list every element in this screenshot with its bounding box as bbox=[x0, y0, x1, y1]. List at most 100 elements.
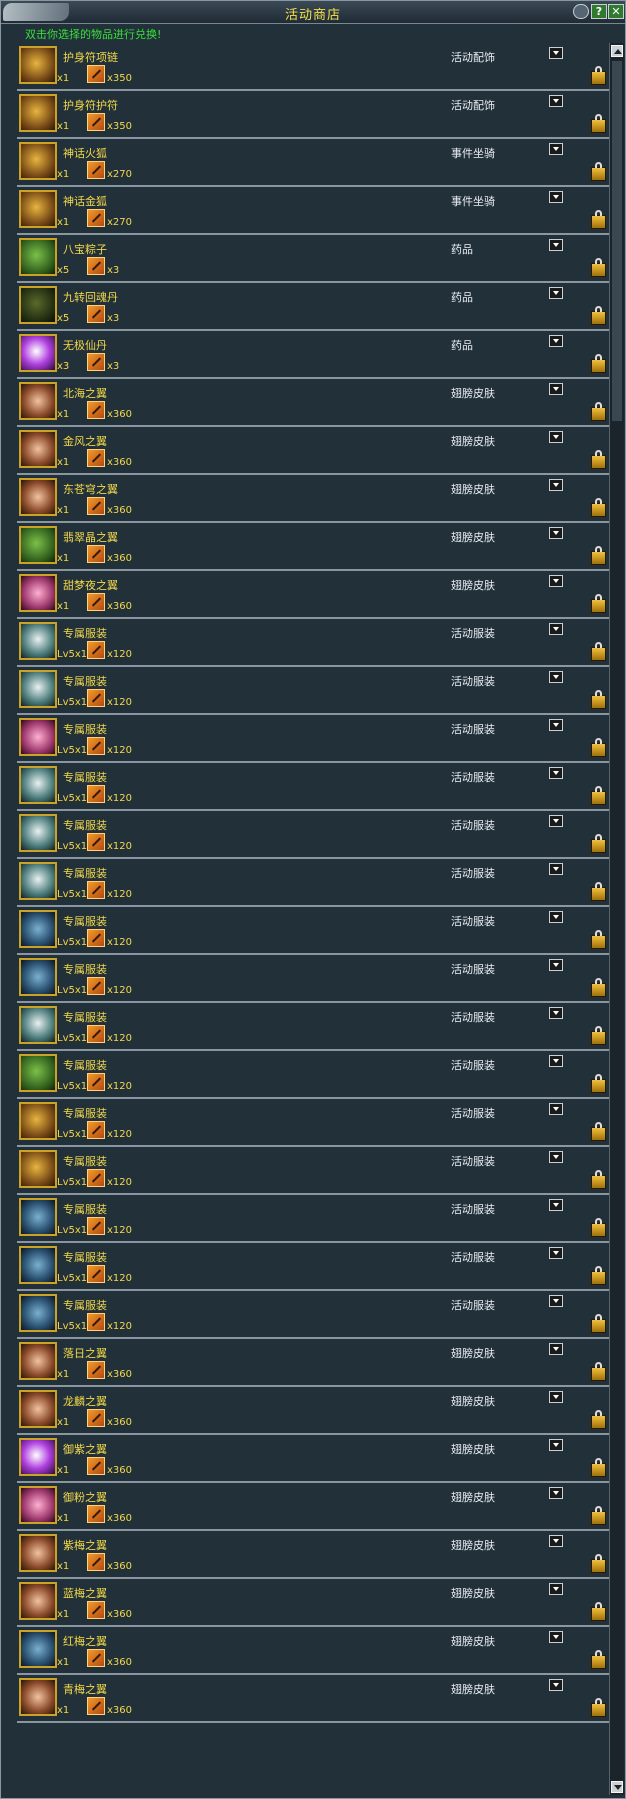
shop-item-row[interactable]: 专属服装 Lv5x1 x120 活动服装 bbox=[17, 619, 609, 667]
lock-icon[interactable] bbox=[591, 402, 606, 421]
lock-icon[interactable] bbox=[591, 786, 606, 805]
item-icon[interactable] bbox=[19, 238, 57, 276]
shop-item-row[interactable]: 神话火狐 x1 x270 事件坐骑 bbox=[17, 139, 609, 187]
scrollbar[interactable] bbox=[609, 43, 624, 1795]
item-icon[interactable] bbox=[19, 766, 57, 804]
shop-item-row[interactable]: 翡翠晶之翼 x1 x360 翅膀皮肤 bbox=[17, 523, 609, 571]
lock-icon[interactable] bbox=[591, 546, 606, 565]
category-dropdown-icon[interactable] bbox=[549, 335, 563, 347]
category-dropdown-icon[interactable] bbox=[549, 911, 563, 923]
lock-icon[interactable] bbox=[591, 1458, 606, 1477]
category-dropdown-icon[interactable] bbox=[549, 671, 563, 683]
lock-icon[interactable] bbox=[591, 354, 606, 373]
lock-icon[interactable] bbox=[591, 882, 606, 901]
category-dropdown-icon[interactable] bbox=[549, 719, 563, 731]
shop-item-row[interactable]: 八宝粽子 x5 x3 药品 bbox=[17, 235, 609, 283]
category-dropdown-icon[interactable] bbox=[549, 1391, 563, 1403]
item-icon[interactable] bbox=[19, 622, 57, 660]
lock-icon[interactable] bbox=[591, 1026, 606, 1045]
title-bar[interactable]: 活动商店 ? ✕ bbox=[1, 1, 625, 24]
lock-icon[interactable] bbox=[591, 1266, 606, 1285]
item-icon[interactable] bbox=[19, 334, 57, 372]
lock-icon[interactable] bbox=[591, 1314, 606, 1333]
shop-item-row[interactable]: 红梅之翼 x1 x360 翅膀皮肤 bbox=[17, 1627, 609, 1675]
shop-item-row[interactable]: 专属服装 Lv5x1 x120 活动服装 bbox=[17, 1051, 609, 1099]
shop-item-row[interactable]: 无极仙丹 x3 x3 药品 bbox=[17, 331, 609, 379]
lock-icon[interactable] bbox=[591, 1362, 606, 1381]
lock-icon[interactable] bbox=[591, 1218, 606, 1237]
lock-icon[interactable] bbox=[591, 594, 606, 613]
item-icon[interactable] bbox=[19, 1390, 57, 1428]
item-icon[interactable] bbox=[19, 382, 57, 420]
category-dropdown-icon[interactable] bbox=[549, 959, 563, 971]
category-dropdown-icon[interactable] bbox=[549, 767, 563, 779]
lock-icon[interactable] bbox=[591, 1506, 606, 1525]
shop-item-row[interactable]: 青梅之翼 x1 x360 翅膀皮肤 bbox=[17, 1675, 609, 1723]
category-dropdown-icon[interactable] bbox=[549, 863, 563, 875]
category-dropdown-icon[interactable] bbox=[549, 143, 563, 155]
shop-item-row[interactable]: 落日之翼 x1 x360 翅膀皮肤 bbox=[17, 1339, 609, 1387]
shop-item-row[interactable]: 专属服装 Lv5x1 x120 活动服装 bbox=[17, 955, 609, 1003]
lock-icon[interactable] bbox=[591, 258, 606, 277]
help-button[interactable]: ? bbox=[591, 4, 607, 19]
category-dropdown-icon[interactable] bbox=[549, 1439, 563, 1451]
lock-icon[interactable] bbox=[591, 1410, 606, 1429]
shop-item-row[interactable]: 紫梅之翼 x1 x360 翅膀皮肤 bbox=[17, 1531, 609, 1579]
item-icon[interactable] bbox=[19, 670, 57, 708]
item-icon[interactable] bbox=[19, 1678, 57, 1716]
item-icon[interactable] bbox=[19, 142, 57, 180]
item-icon[interactable] bbox=[19, 1198, 57, 1236]
item-icon[interactable] bbox=[19, 814, 57, 852]
category-dropdown-icon[interactable] bbox=[549, 431, 563, 443]
category-dropdown-icon[interactable] bbox=[549, 1583, 563, 1595]
lock-icon[interactable] bbox=[591, 1698, 606, 1717]
shop-item-row[interactable]: 专属服装 Lv5x1 x120 活动服装 bbox=[17, 1291, 609, 1339]
category-dropdown-icon[interactable] bbox=[549, 1247, 563, 1259]
shop-item-row[interactable]: 专属服装 Lv5x1 x120 活动服装 bbox=[17, 1195, 609, 1243]
shop-item-row[interactable]: 九转回魂丹 x5 x3 药品 bbox=[17, 283, 609, 331]
category-dropdown-icon[interactable] bbox=[549, 287, 563, 299]
item-icon[interactable] bbox=[19, 1534, 57, 1572]
item-icon[interactable] bbox=[19, 1246, 57, 1284]
item-icon[interactable] bbox=[19, 1102, 57, 1140]
lock-icon[interactable] bbox=[591, 306, 606, 325]
category-dropdown-icon[interactable] bbox=[549, 383, 563, 395]
close-button[interactable]: ✕ bbox=[608, 4, 624, 19]
shop-item-row[interactable]: 东苍穹之翼 x1 x360 翅膀皮肤 bbox=[17, 475, 609, 523]
item-icon[interactable] bbox=[19, 478, 57, 516]
category-dropdown-icon[interactable] bbox=[549, 1007, 563, 1019]
shop-item-row[interactable]: 北海之翼 x1 x360 翅膀皮肤 bbox=[17, 379, 609, 427]
shop-item-row[interactable]: 专属服装 Lv5x1 x120 活动服装 bbox=[17, 1099, 609, 1147]
item-icon[interactable] bbox=[19, 1150, 57, 1188]
lock-icon[interactable] bbox=[591, 1602, 606, 1621]
shop-item-row[interactable]: 龙麟之翼 x1 x360 翅膀皮肤 bbox=[17, 1387, 609, 1435]
lock-icon[interactable] bbox=[591, 738, 606, 757]
shop-item-row[interactable]: 专属服装 Lv5x1 x120 活动服装 bbox=[17, 667, 609, 715]
item-icon[interactable] bbox=[19, 94, 57, 132]
category-dropdown-icon[interactable] bbox=[549, 95, 563, 107]
category-dropdown-icon[interactable] bbox=[549, 623, 563, 635]
item-icon[interactable] bbox=[19, 1582, 57, 1620]
lock-icon[interactable] bbox=[591, 114, 606, 133]
shop-item-row[interactable]: 护身符护符 x1 x350 活动配饰 bbox=[17, 91, 609, 139]
item-icon[interactable] bbox=[19, 286, 57, 324]
lock-icon[interactable] bbox=[591, 210, 606, 229]
lock-icon[interactable] bbox=[591, 690, 606, 709]
shop-item-row[interactable]: 金风之翼 x1 x360 翅膀皮肤 bbox=[17, 427, 609, 475]
item-icon[interactable] bbox=[19, 718, 57, 756]
category-dropdown-icon[interactable] bbox=[549, 1343, 563, 1355]
item-icon[interactable] bbox=[19, 1342, 57, 1380]
lock-icon[interactable] bbox=[591, 1170, 606, 1189]
item-icon[interactable] bbox=[19, 1630, 57, 1668]
lock-icon[interactable] bbox=[591, 642, 606, 661]
shop-item-row[interactable]: 御粉之翼 x1 x360 翅膀皮肤 bbox=[17, 1483, 609, 1531]
category-dropdown-icon[interactable] bbox=[549, 1199, 563, 1211]
shop-item-row[interactable]: 御紫之翼 x1 x360 翅膀皮肤 bbox=[17, 1435, 609, 1483]
lock-icon[interactable] bbox=[591, 450, 606, 469]
shop-item-row[interactable]: 专属服装 Lv5x1 x120 活动服装 bbox=[17, 907, 609, 955]
item-icon[interactable] bbox=[19, 430, 57, 468]
shop-item-row[interactable]: 专属服装 Lv5x1 x120 活动服装 bbox=[17, 1003, 609, 1051]
item-icon[interactable] bbox=[19, 190, 57, 228]
category-dropdown-icon[interactable] bbox=[549, 479, 563, 491]
lock-icon[interactable] bbox=[591, 1074, 606, 1093]
